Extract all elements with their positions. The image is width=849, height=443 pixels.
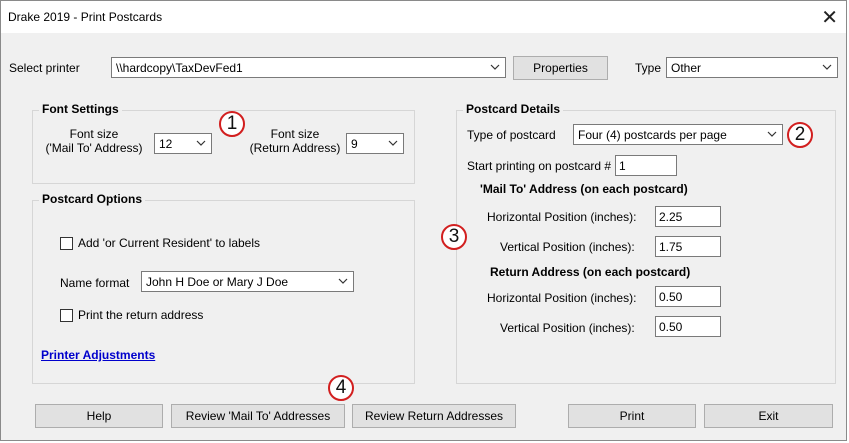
- review-return-button[interactable]: Review Return Addresses: [352, 404, 516, 428]
- return-horizontal-label: Horizontal Position (inches):: [487, 291, 637, 305]
- window-title: Drake 2019 - Print Postcards: [8, 10, 163, 24]
- close-icon[interactable]: ✕: [821, 5, 838, 30]
- type-label: Type: [635, 61, 662, 75]
- name-format-select[interactable]: John H Doe or Mary J Doe: [141, 271, 354, 292]
- type-select-value: Other: [671, 61, 702, 75]
- print-button[interactable]: Print: [568, 404, 696, 428]
- type-of-postcard-select[interactable]: Four (4) postcards per page: [573, 124, 783, 145]
- chevron-down-icon: [766, 128, 778, 140]
- mail-to-vertical-value: 1.75: [659, 240, 683, 254]
- review-mail-to-button[interactable]: Review 'Mail To' Addresses: [171, 404, 345, 428]
- name-format-value: John H Doe or Mary J Doe: [146, 275, 289, 289]
- callout-2-badge: 2: [787, 122, 813, 148]
- chevron-down-icon: [195, 137, 207, 149]
- start-printing-label: Start printing on postcard #: [467, 159, 612, 173]
- return-vertical-value: 0.50: [659, 320, 683, 334]
- callout-3-badge: 3: [441, 224, 467, 250]
- type-of-postcard-label: Type of postcard: [467, 128, 556, 142]
- mail-to-vertical-input[interactable]: 1.75: [655, 236, 721, 257]
- callout-4-badge: 4: [328, 375, 354, 401]
- font-size-mail-to-select[interactable]: 12: [154, 133, 212, 154]
- return-vertical-input[interactable]: 0.50: [655, 316, 721, 337]
- font-size-return-label: Font size (Return Address): [249, 127, 341, 155]
- mail-to-vertical-label: Vertical Position (inches):: [500, 240, 635, 254]
- print-postcards-dialog: Drake 2019 - Print Postcards ✕ Select pr…: [0, 0, 847, 441]
- return-horizontal-input[interactable]: 0.50: [655, 286, 721, 307]
- start-printing-input[interactable]: 1: [615, 155, 677, 176]
- chevron-down-icon: [489, 61, 501, 73]
- postcard-options-title: Postcard Options: [39, 192, 146, 206]
- add-resident-checkbox[interactable]: [60, 237, 73, 250]
- font-size-mail-to-value: 12: [159, 137, 173, 151]
- printer-select[interactable]: \\hardcopy\TaxDevFed1: [111, 57, 506, 78]
- mail-to-horizontal-label: Horizontal Position (inches):: [487, 210, 637, 224]
- type-select[interactable]: Other: [666, 57, 838, 78]
- exit-button[interactable]: Exit: [704, 404, 833, 428]
- chevron-down-icon: [387, 137, 399, 149]
- mail-to-heading: 'Mail To' Address (on each postcard): [480, 182, 688, 196]
- help-button[interactable]: Help: [35, 404, 163, 428]
- add-resident-label: Add 'or Current Resident' to labels: [78, 236, 261, 250]
- print-return-label: Print the return address: [78, 308, 204, 322]
- postcard-details-title: Postcard Details: [463, 102, 564, 116]
- print-return-checkbox[interactable]: [60, 309, 73, 322]
- return-heading: Return Address (on each postcard): [490, 265, 691, 279]
- mail-to-horizontal-value: 2.25: [659, 210, 683, 224]
- font-settings-title: Font Settings: [39, 102, 122, 116]
- font-size-mail-to-label: Font size ('Mail To' Address): [45, 127, 143, 155]
- title-bar: Drake 2019 - Print Postcards ✕: [1, 1, 846, 33]
- chevron-down-icon: [337, 275, 349, 287]
- callout-1-badge: 1: [219, 111, 245, 137]
- mail-to-horizontal-input[interactable]: 2.25: [655, 206, 721, 227]
- printer-adjustments-link[interactable]: Printer Adjustments: [41, 348, 155, 362]
- return-vertical-label: Vertical Position (inches):: [500, 321, 635, 335]
- printer-select-value: \\hardcopy\TaxDevFed1: [116, 61, 243, 75]
- chevron-down-icon: [821, 61, 833, 73]
- return-horizontal-value: 0.50: [659, 290, 683, 304]
- properties-button[interactable]: Properties: [513, 56, 608, 80]
- type-of-postcard-value: Four (4) postcards per page: [578, 128, 727, 142]
- name-format-label: Name format: [60, 276, 130, 290]
- select-printer-label: Select printer: [9, 61, 80, 75]
- font-size-return-value: 9: [351, 137, 358, 151]
- font-size-return-select[interactable]: 9: [346, 133, 404, 154]
- start-printing-value: 1: [619, 159, 626, 173]
